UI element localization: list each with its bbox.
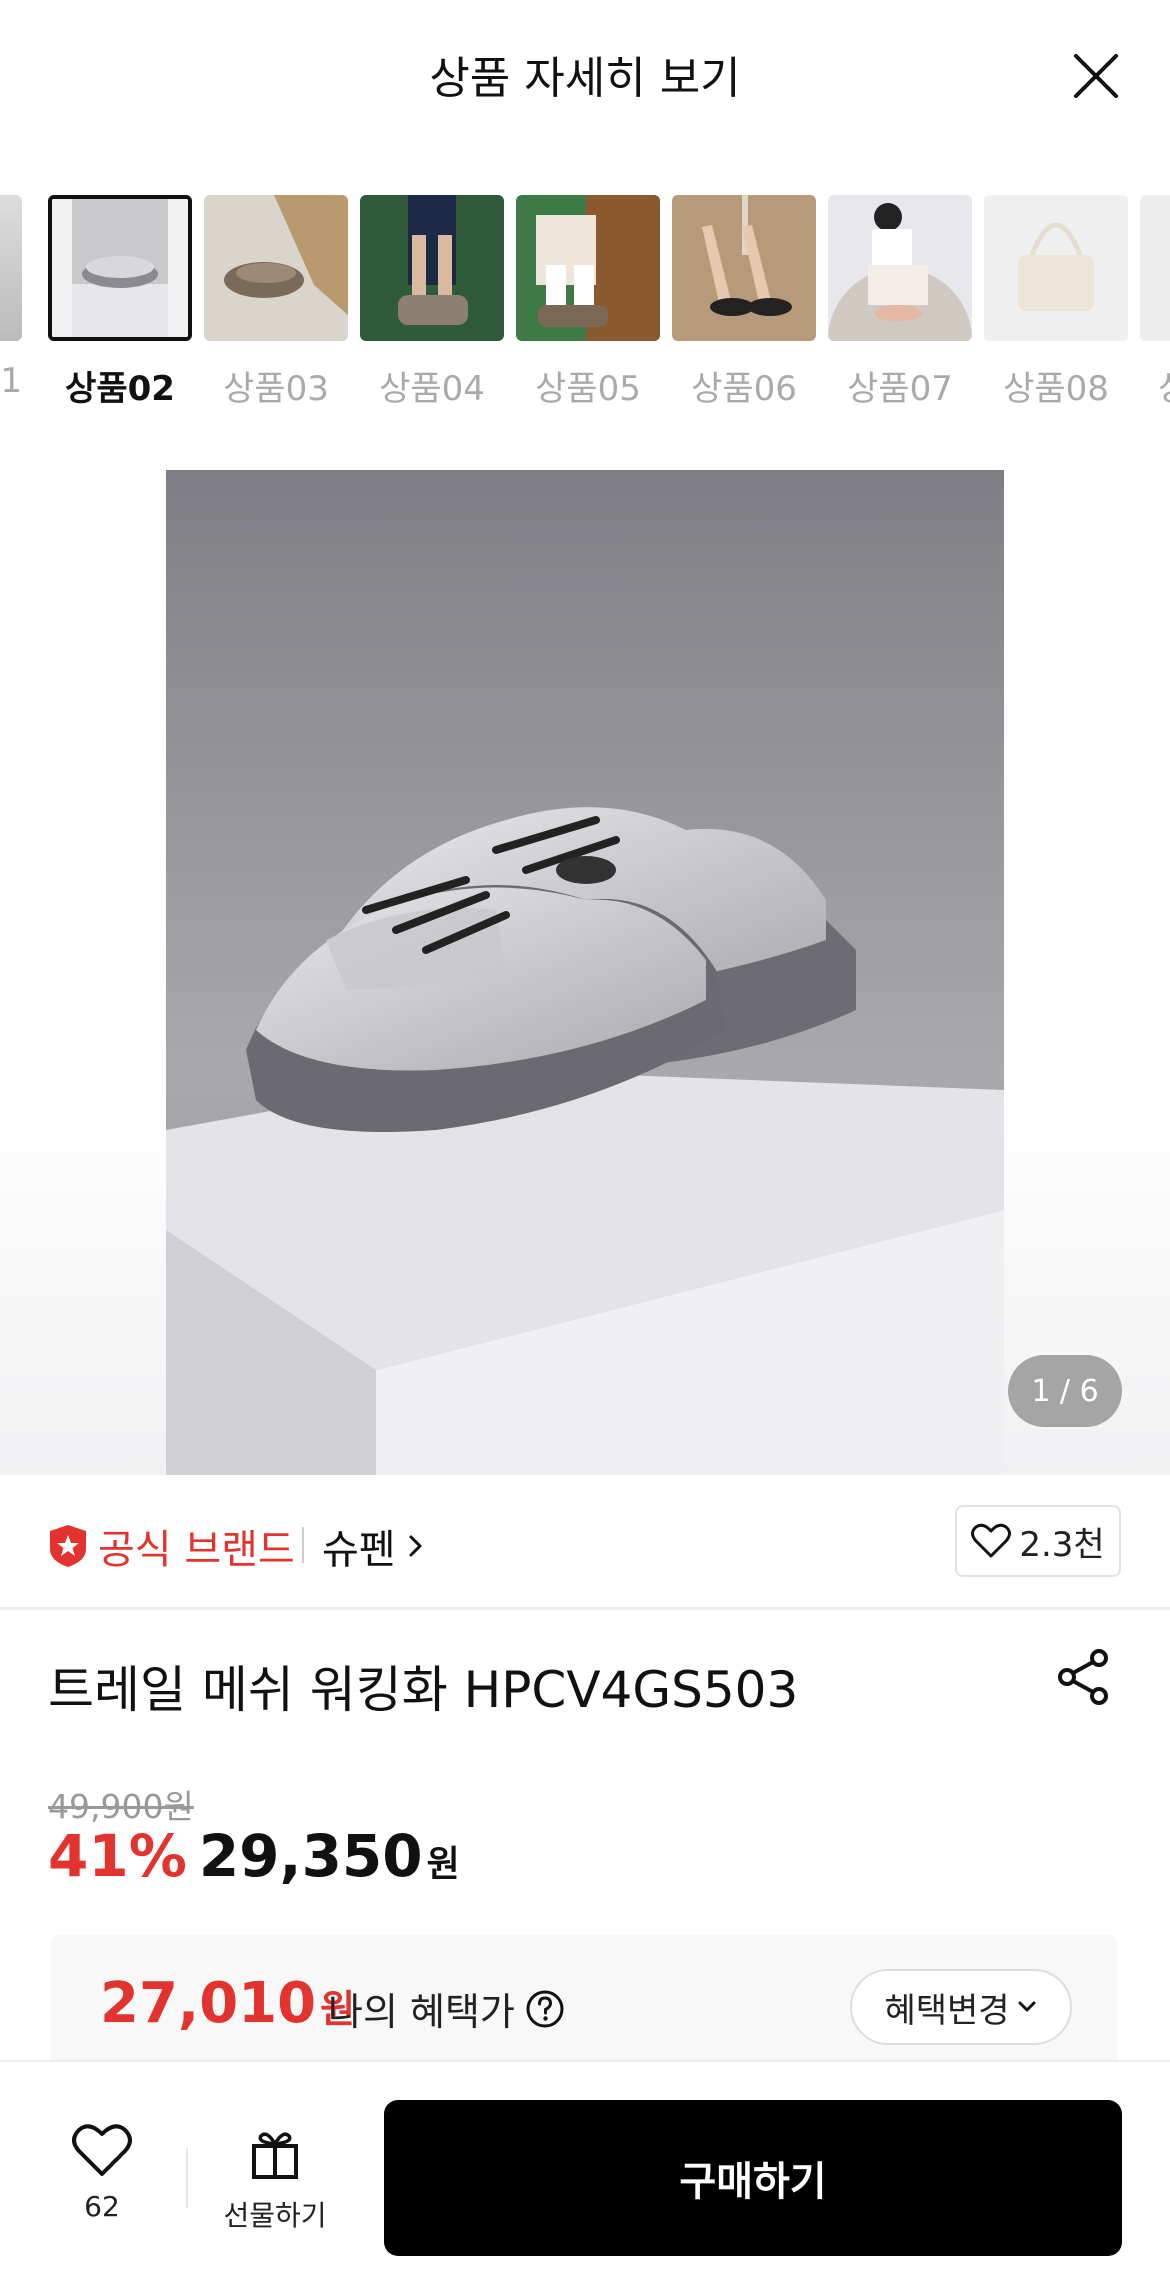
thumbnail-label: 상품03 [223, 369, 329, 409]
chevron-down-icon [1018, 2001, 1036, 2012]
thumbnail-image [984, 195, 1128, 341]
share-icon [1058, 1649, 1108, 1705]
official-brand-label: 공식 브랜드 [98, 1527, 295, 1573]
image-page-counter: 1 / 6 [1008, 1355, 1122, 1427]
thumbnail-item-active[interactable]: 상품02 [48, 195, 192, 410]
original-price: 49,900원 [48, 1787, 194, 1826]
thumbnail-image [204, 195, 348, 341]
thumbnail-item[interactable]: 상 [1140, 195, 1170, 410]
thumbnail-image [516, 195, 660, 341]
product-title: 트레일 메쉬 워킹화 HPCV4GS503 [48, 1661, 799, 1719]
thumbnail-label: 1 [0, 361, 22, 401]
thumbnail-label: 상품06 [691, 369, 797, 409]
brand-row: 공식 브랜드 슈펜 2.3천 [0, 1475, 1170, 1610]
thumbnail-label: 상품08 [1003, 369, 1109, 409]
chevron-right-icon [409, 1535, 422, 1557]
benefit-price: 27,010 원 [100, 1971, 355, 2036]
gift-label: 선물하기 [223, 2199, 327, 2232]
close-button[interactable] [1068, 48, 1124, 104]
gift-button[interactable]: 선물하기 [210, 2128, 340, 2234]
brand-name: 슈펜 [322, 1527, 396, 1573]
thumbnail-strip: 1 상품02 상품03 상품04 상품05 상품06 상품07 상품08 [0, 195, 1170, 415]
heart-icon [971, 1523, 1012, 1558]
benefit-label-group: 나의 혜택가 [328, 1981, 565, 2036]
wish-button[interactable]: 62 [62, 2122, 142, 2223]
share-button[interactable] [1055, 1648, 1113, 1706]
thumbnail-image [48, 195, 192, 341]
benefit-change-button[interactable]: 혜택변경 [850, 1969, 1072, 2045]
gift-icon [252, 2132, 298, 2179]
thumbnail-image [0, 195, 22, 341]
price-line: 41% 29,350 원 [48, 1822, 460, 1890]
official-star-shield-icon [50, 1525, 86, 1567]
benefit-price-box: 27,010 원 나의 혜택가 혜택변경 [50, 1935, 1118, 2060]
benefit-label: 나의 혜택가 [328, 1990, 515, 2034]
thumbnail-item[interactable]: 1 [0, 195, 22, 401]
thumbnail-item[interactable]: 상품06 [672, 195, 816, 410]
benefit-price-value: 27,010 [100, 1971, 317, 2036]
bottom-action-bar: 62 선물하기 구매하기 [0, 2060, 1170, 2275]
thumbnail-label: 상품02 [65, 369, 175, 409]
header: 상품 자세히 보기 [0, 0, 1170, 150]
close-icon [1074, 54, 1118, 98]
benefit-change-label: 혜택변경 [884, 1990, 1010, 2031]
thumbnail-item[interactable]: 상품04 [360, 195, 504, 410]
thumbnail-image [1140, 195, 1170, 341]
heart-icon [72, 2124, 132, 2176]
product-image-viewer[interactable]: 1 / 6 [0, 470, 1170, 1475]
thumbnail-image [828, 195, 972, 341]
page-title: 상품 자세히 보기 [429, 53, 741, 104]
thumbnail-label: 상품07 [847, 369, 953, 409]
product-photo [166, 470, 1004, 1475]
thumbnail-item[interactable]: 상품07 [828, 195, 972, 410]
thumbnail-label: 상품05 [535, 369, 641, 409]
divider [186, 2148, 188, 2208]
sale-price-currency: 원 [426, 1844, 460, 1885]
thumbnail-image [360, 195, 504, 341]
wish-count: 62 [84, 2190, 120, 2223]
thumbnail-label: 상품04 [379, 369, 485, 409]
help-icon[interactable] [525, 1989, 565, 2029]
discount-rate: 41% [48, 1822, 187, 1890]
brand-like-count: 2.3천 [1019, 1524, 1105, 1565]
thumbnail-item[interactable]: 상품05 [516, 195, 660, 410]
buy-button[interactable]: 구매하기 [384, 2100, 1122, 2256]
thumbnail-item[interactable]: 상품08 [984, 195, 1128, 410]
brand-like-button[interactable]: 2.3천 [955, 1505, 1121, 1577]
sale-price: 29,350 [198, 1822, 423, 1890]
thumbnail-item[interactable]: 상품03 [204, 195, 348, 410]
divider [302, 1527, 304, 1563]
thumbnail-label: 상 [1140, 361, 1170, 410]
thumbnail-image [672, 195, 816, 341]
official-brand-badge: 공식 브랜드 [48, 1517, 295, 1575]
brand-link[interactable]: 슈펜 [322, 1517, 428, 1575]
